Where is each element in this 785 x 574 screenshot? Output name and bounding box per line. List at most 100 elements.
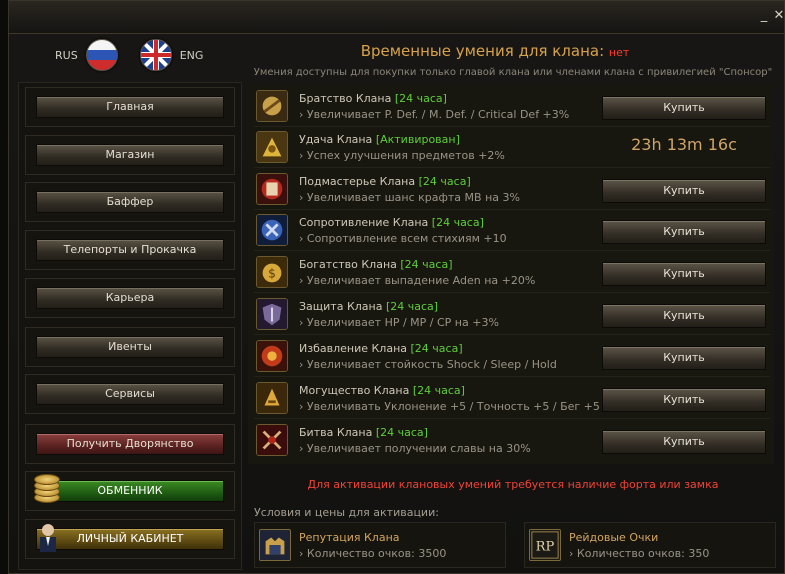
- condition-clan-reputation: Репутация Клана › Количество очков: 3500: [254, 522, 506, 568]
- skill-description: › Увеличивает получении славы на 30%: [299, 442, 531, 455]
- skill-row: Удача Клана [Активирован] › Успех улучше…: [254, 127, 770, 168]
- buy-button[interactable]: Купить: [602, 220, 766, 244]
- russia-flag-icon[interactable]: [85, 39, 118, 71]
- skill-row: Избавление Клана [24 часа] › Увеличивает…: [254, 336, 770, 377]
- sidebar-cell: Ивенты: [25, 327, 235, 367]
- sidebar-item-services[interactable]: Сервисы: [36, 383, 224, 405]
- sidebar-cell: Карьера: [25, 278, 235, 318]
- skill-row: $ Богатство Клана [24 часа] › Увеличивае…: [254, 252, 770, 293]
- skill-row: Могущество Клана [24 часа] › Увеличивать…: [254, 378, 770, 419]
- skill-duration: [24 часа]: [418, 175, 471, 188]
- sidebar-item-buffer[interactable]: Баффер: [36, 191, 224, 213]
- buy-button[interactable]: Купить: [602, 262, 766, 286]
- skill-description: › Увеличивает шанс крафта MB на 3%: [299, 191, 520, 204]
- condition-name: Репутация Клана: [299, 531, 400, 544]
- page-title-text: Временные умения для клана:: [360, 42, 605, 60]
- sidebar-cell: ОБМЕННИК: [25, 471, 235, 511]
- language-switcher: RUS ENG: [55, 38, 203, 72]
- luck-icon: [256, 131, 288, 163]
- brotherhood-icon: [256, 90, 288, 122]
- skill-duration: [24 часа]: [385, 300, 439, 313]
- condition-name: Рейдовые Очки: [569, 531, 659, 544]
- buy-button[interactable]: Купить: [602, 179, 766, 203]
- user-avatar-icon: [40, 524, 56, 552]
- skill-description: › Увеличивает HP / MP / CP на +3%: [299, 316, 499, 329]
- skill-duration: [24 часа]: [431, 216, 484, 229]
- skill-name: Избавление Клана: [299, 342, 408, 355]
- skill-duration: [24 часа]: [412, 384, 465, 397]
- skill-name: Удача Клана: [299, 133, 373, 146]
- close-button[interactable]: ✕: [772, 9, 785, 23]
- crossed-swords-icon: [256, 424, 288, 456]
- sidebar-item-career[interactable]: Карьера: [36, 287, 224, 309]
- coins-icon: [34, 474, 60, 504]
- lang-ru-label: RUS: [55, 48, 78, 62]
- sidebar-cell: Главная: [25, 87, 235, 127]
- shield-icon: [256, 298, 288, 330]
- sidebar-cell: Телепорты и Прокачка: [25, 230, 235, 270]
- sidebar-item-shop[interactable]: Магазин: [36, 144, 224, 166]
- skill-description: › Увеличивает стойкость Shock / Sleep / …: [299, 358, 557, 371]
- sidebar-cell: Получить Дворянство: [25, 424, 235, 464]
- sidebar-item-home[interactable]: Главная: [36, 96, 224, 118]
- craft-icon: [256, 173, 288, 205]
- resistance-icon: [256, 214, 288, 246]
- deliverance-icon: [256, 340, 288, 372]
- sidebar-item-nobility[interactable]: Получить Дворянство: [36, 433, 224, 455]
- minimize-button[interactable]: _: [757, 9, 771, 23]
- raid-points-icon: RP: [529, 529, 561, 561]
- condition-value: › Количество очков: 3500: [299, 547, 447, 560]
- skill-row: Подмастерье Клана [24 часа] › Увеличивае…: [254, 169, 770, 210]
- svg-text:$: $: [268, 267, 276, 281]
- skill-name: Богатство Клана: [299, 258, 397, 271]
- skill-row: Битва Клана [24 часа] › Увеличивает полу…: [254, 420, 770, 460]
- skill-description: › Успех улучшения предметов +2%: [299, 149, 505, 162]
- buy-button[interactable]: Купить: [602, 430, 766, 454]
- skill-duration: [Активирован]: [375, 133, 460, 146]
- sidebar-cell: Сервисы: [25, 374, 235, 414]
- condition-value: › Количество очков: 350: [569, 547, 710, 560]
- subtitle: Умения доступны для покупки только главо…: [253, 67, 773, 78]
- skill-name: Могущество Клана: [299, 384, 410, 397]
- skill-timer: 23h 13m 16c: [631, 135, 737, 154]
- might-icon: [256, 382, 288, 414]
- skill-description: › Увеличивать Уклонение +5 / Точность +5…: [299, 400, 600, 413]
- skill-name: Братство Клана: [299, 92, 392, 105]
- lang-en-label: ENG: [179, 48, 204, 62]
- condition-raid-points: RP Рейдовые Очки › Количество очков: 350: [524, 522, 776, 568]
- skills-list: Братство Клана [24 часа] › Увеличивает P…: [248, 84, 774, 464]
- page-title: Временные умения для клана: нет: [300, 42, 690, 60]
- skill-name: Битва Клана: [299, 426, 373, 439]
- skill-name: Защита Клана: [299, 300, 383, 313]
- sidebar-cell: ЛИЧНЫЙ КАБИНЕТ: [25, 519, 235, 559]
- skill-description: › Увеличивает выпадение Aden на +20%: [299, 274, 536, 287]
- activation-requirement: Для активации клановых умений требуется …: [307, 478, 719, 491]
- buy-button[interactable]: Купить: [602, 96, 766, 120]
- sidebar-cell: Магазин: [25, 135, 235, 175]
- skill-row: Сопротивление Клана [24 часа] › Сопротив…: [254, 210, 770, 251]
- raid-points-icon-label: RP: [536, 540, 555, 555]
- buy-button[interactable]: Купить: [602, 346, 766, 370]
- sidebar-item-teleports[interactable]: Телепорты и Прокачка: [36, 239, 224, 261]
- buy-button[interactable]: Купить: [602, 388, 766, 412]
- wealth-icon: $: [256, 256, 288, 288]
- skill-name: Подмастерье Клана: [299, 175, 416, 188]
- skill-description: › Сопротивление всем стихиям +10: [299, 232, 507, 245]
- skill-duration: [24 часа]: [375, 426, 428, 439]
- skill-name: Сопротивление Клана: [299, 216, 429, 229]
- sidebar-cell: Баффер: [25, 182, 235, 222]
- sidebar: Главная Магазин Баффер Телепорты и Прока…: [18, 82, 242, 570]
- skill-duration: [24 часа]: [394, 92, 447, 105]
- personal-cabinet-button[interactable]: ЛИЧНЫЙ КАБИНЕТ: [36, 528, 224, 550]
- buy-button[interactable]: Купить: [602, 304, 766, 328]
- title-bar: _ ✕: [9, 1, 784, 34]
- clan-skills-status: нет: [608, 46, 630, 59]
- sidebar-item-events[interactable]: Ивенты: [36, 336, 224, 358]
- conditions-title: Условия и цены для активации:: [254, 506, 439, 519]
- skill-row: Братство Клана [24 часа] › Увеличивает P…: [254, 86, 770, 127]
- skill-row: Защита Клана [24 часа] › Увеличивает HP …: [254, 294, 770, 335]
- skill-duration: [24 часа]: [410, 342, 463, 355]
- exchanger-button[interactable]: ОБМЕННИК: [36, 480, 224, 502]
- uk-flag-icon[interactable]: [139, 39, 172, 71]
- skill-description: › Увеличивает P. Def. / M. Def. / Critic…: [299, 108, 570, 121]
